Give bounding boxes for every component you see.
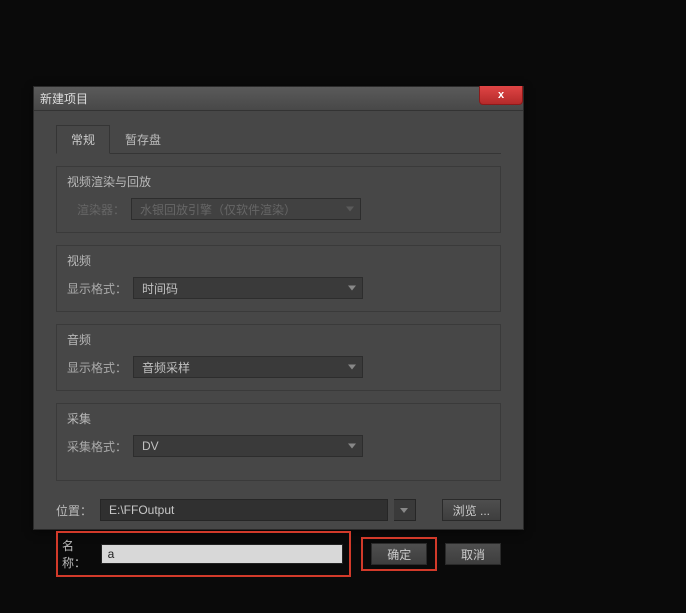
renderer-value: 水银回放引擎（仅软件渲染）	[140, 201, 296, 218]
new-project-dialog: 新建项目 x 常规 暂存盘 视频渲染与回放 渲染器： 水银回放引擎（仅软件渲染）…	[33, 86, 524, 530]
dialog-titlebar: 新建项目 x	[34, 87, 523, 111]
capture-format-value: DV	[142, 439, 159, 453]
section-capture: 采集 采集格式： DV	[56, 403, 501, 481]
section-audio: 音频 显示格式： 音频采样	[56, 324, 501, 391]
audio-format-label: 显示格式：	[67, 359, 127, 376]
ok-highlight: 确定	[361, 537, 437, 571]
section-video: 视频 显示格式： 时间码	[56, 245, 501, 312]
location-value: E:\FFOutput	[109, 503, 174, 517]
name-input[interactable]	[101, 544, 344, 564]
video-format-label: 显示格式：	[67, 280, 127, 297]
tab-general[interactable]: 常规	[56, 125, 110, 154]
audio-format-value: 音频采样	[142, 359, 190, 376]
close-button[interactable]: x	[479, 86, 523, 105]
chevron-down-icon	[346, 207, 354, 212]
cancel-button[interactable]: 取消	[445, 543, 501, 565]
chevron-down-icon	[348, 286, 356, 291]
chevron-down-icon	[348, 365, 356, 370]
ok-button[interactable]: 确定	[371, 543, 427, 565]
chevron-down-icon	[348, 444, 356, 449]
name-label: 名称：	[62, 537, 97, 571]
video-format-dropdown[interactable]: 时间码	[133, 277, 363, 299]
capture-format-label: 采集格式：	[67, 438, 127, 455]
video-format-value: 时间码	[142, 280, 178, 297]
section-render-title: 视频渲染与回放	[67, 173, 490, 190]
close-icon: x	[498, 89, 504, 101]
tabs: 常规 暂存盘	[56, 125, 501, 154]
audio-format-dropdown[interactable]: 音频采样	[133, 356, 363, 378]
tab-scratch[interactable]: 暂存盘	[110, 125, 176, 154]
capture-format-dropdown[interactable]: DV	[133, 435, 363, 457]
dialog-body: 常规 暂存盘 视频渲染与回放 渲染器： 水银回放引擎（仅软件渲染） 视频 显示格…	[34, 111, 523, 589]
location-dropdown-arrow[interactable]	[394, 499, 416, 521]
location-label: 位置：	[56, 502, 94, 519]
section-capture-title: 采集	[67, 410, 490, 427]
renderer-label: 渲染器：	[67, 201, 125, 218]
bottom-area: 位置： E:\FFOutput 浏览 ... 名称： 确定	[56, 499, 501, 577]
renderer-dropdown: 水银回放引擎（仅软件渲染）	[131, 198, 361, 220]
name-highlight: 名称：	[56, 531, 351, 577]
section-video-title: 视频	[67, 252, 490, 269]
section-render: 视频渲染与回放 渲染器： 水银回放引擎（仅软件渲染）	[56, 166, 501, 233]
section-audio-title: 音频	[67, 331, 490, 348]
chevron-down-icon	[400, 508, 408, 513]
dialog-title: 新建项目	[40, 90, 88, 107]
browse-button[interactable]: 浏览 ...	[442, 499, 501, 521]
location-dropdown[interactable]: E:\FFOutput	[100, 499, 388, 521]
